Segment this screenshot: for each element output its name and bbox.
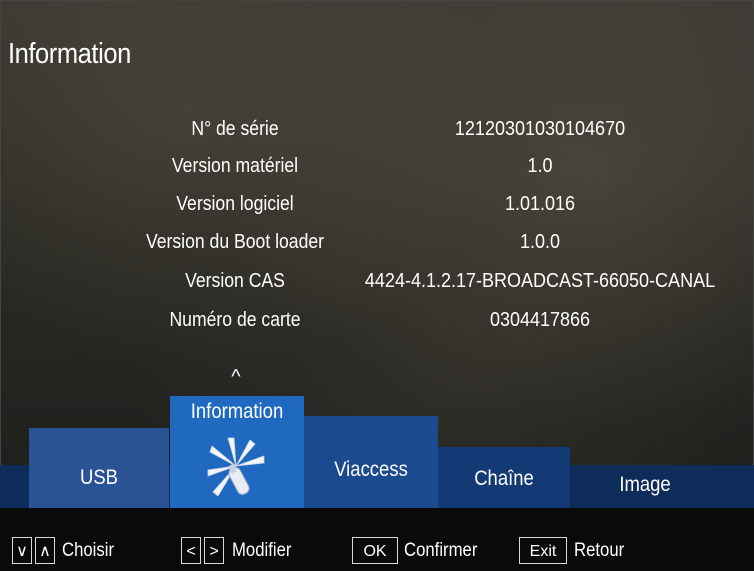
info-value: 12120301030104670 xyxy=(454,118,626,140)
back-label: Retour xyxy=(574,540,625,561)
tab-information[interactable]: Information xyxy=(170,396,304,514)
info-row-serial: N° de série 12120301030104670 xyxy=(0,114,754,144)
choose-label: Choisir xyxy=(62,540,115,561)
left-key-icon[interactable]: < xyxy=(181,537,201,564)
right-key-icon[interactable]: > xyxy=(204,537,224,564)
info-label: Numéro de carte xyxy=(169,309,301,331)
down-key-icon[interactable]: ∨ xyxy=(12,537,32,564)
info-row-bootloader: Version du Boot loader 1.0.0 xyxy=(0,227,754,257)
ok-key[interactable]: OK xyxy=(352,537,398,564)
info-row-software: Version logiciel 1.01.016 xyxy=(0,189,754,219)
tab-label: USB xyxy=(79,466,119,489)
info-row-hardware: Version matériel 1.0 xyxy=(0,151,754,181)
info-value: 1.01.016 xyxy=(504,193,576,215)
chevron-up-icon: ^ xyxy=(231,366,241,388)
tab-viaccess[interactable]: Viaccess xyxy=(304,416,438,508)
tab-label: Information xyxy=(190,400,284,423)
info-label: Version logiciel xyxy=(176,193,294,215)
info-row-card: Numéro de carte 0304417866 xyxy=(0,305,754,335)
info-value: 0304417866 xyxy=(489,309,591,331)
info-value: 1.0.0 xyxy=(519,231,561,253)
info-value: 4424-4.1.2.17-BROADCAST-66050-CANAL xyxy=(364,270,716,292)
info-label: Version CAS xyxy=(185,270,285,292)
confirm-label: Confirmer xyxy=(404,540,478,561)
info-label: N° de série xyxy=(191,118,279,140)
up-key-icon[interactable]: ∧ xyxy=(35,537,55,564)
tab-image[interactable]: Image xyxy=(570,465,720,508)
info-label: Version matériel xyxy=(171,155,299,177)
exit-key[interactable]: Exit xyxy=(519,537,567,564)
info-row-cas: Version CAS 4424-4.1.2.17-BROADCAST-6605… xyxy=(0,266,754,296)
tab-label: Image xyxy=(619,473,671,496)
tab-label: Chaîne xyxy=(474,467,534,490)
tools-icon xyxy=(207,437,265,497)
tab-chaine[interactable]: Chaîne xyxy=(438,447,570,508)
info-label: Version du Boot loader xyxy=(145,231,325,253)
modify-label: Modifier xyxy=(232,540,292,561)
page-title: Information xyxy=(8,38,131,70)
tab-label: Viaccess xyxy=(334,458,408,481)
info-value: 1.0 xyxy=(527,155,553,177)
tab-usb[interactable]: USB xyxy=(29,428,169,508)
